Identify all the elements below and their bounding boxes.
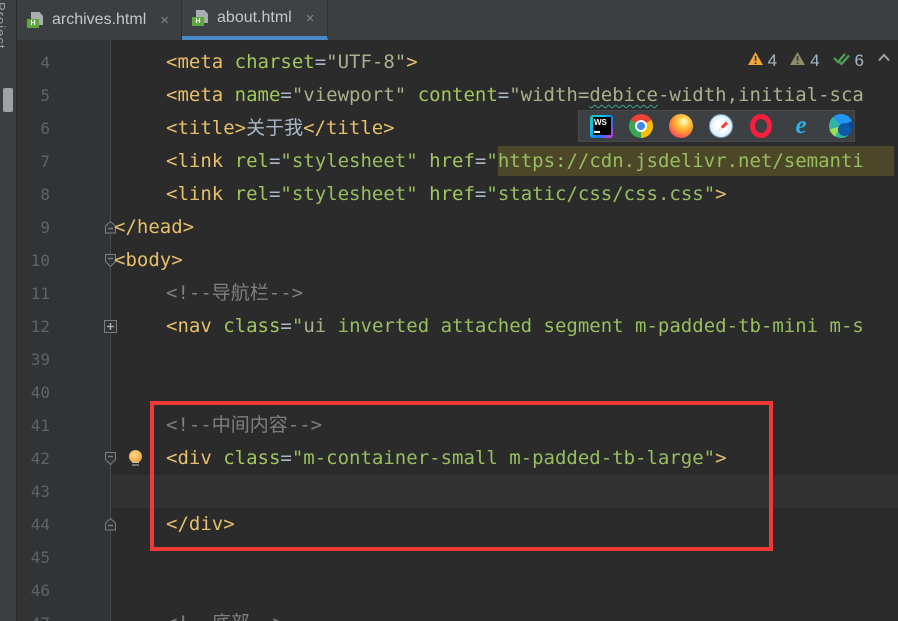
line-number: 8 [40,185,50,204]
tab-label: about.html [217,9,292,26]
warning-gray-icon [789,51,806,71]
code-line-46[interactable]: 46 [17,574,898,607]
safari-icon[interactable] [701,114,741,138]
tab-label: archives.html [52,11,147,28]
editor-tab-bar: Harchives.html × Habout.html × [17,0,898,40]
line-number: 43 [30,482,50,501]
line-number: 44 [30,515,50,534]
internet-explorer-icon[interactable]: e [781,113,821,138]
code-text: <meta charset="UTF-8"> [166,51,418,73]
line-number: 41 [30,416,50,435]
line-number: 12 [30,317,50,336]
warning-yellow-icon [747,51,764,71]
html-file-icon: H [192,10,209,26]
line-number: 11 [30,284,50,303]
close-icon[interactable]: × [160,12,169,29]
code-text: <meta name="viewport" content="width=deb… [166,84,864,106]
code-line-12[interactable]: 12 <nav class="ui inverted attached segme… [17,310,898,343]
line-number: 4 [40,53,50,72]
code-text: <title>关于我</title> [166,117,395,139]
code-text: <nav class="ui inverted attached segment… [166,315,864,337]
inspection-count: 6 [854,50,864,70]
code-line-5[interactable]: 5 <meta name="viewport" content="width=de… [17,79,898,112]
code-line-8[interactable]: 8 <link rel="stylesheet" href="static/css… [17,178,898,211]
line-number: 6 [40,119,50,138]
open-in-browser-toolbar: WS e [578,110,855,142]
line-number: 42 [30,449,50,468]
inspection-warning-yellow[interactable]: 4 [747,51,777,71]
opera-icon[interactable] [741,114,781,138]
edge-icon[interactable] [821,114,861,138]
line-number: 45 [30,548,50,567]
inspection-ok-checks[interactable]: 6 [832,50,864,71]
chevron-up-icon[interactable] [876,50,892,71]
chrome-icon[interactable] [621,114,661,138]
inspections-widget[interactable]: 4 4 6 [747,50,892,71]
webstorm-icon[interactable]: WS [581,114,621,138]
code-text: <link rel="stylesheet" href="static/css/… [166,183,727,205]
line-number: 7 [40,152,50,171]
inspection-warning-gray[interactable]: 4 [789,50,820,71]
code-line-39[interactable]: 39 [17,343,898,376]
code-text: <link rel="stylesheet" href="https://cdn… [114,145,894,178]
code-text: <body> [114,249,183,271]
firefox-icon[interactable] [661,114,701,138]
code-line-7[interactable]: 7 <link rel="stylesheet" href="https://cd… [17,145,898,178]
close-icon[interactable]: × [306,10,315,27]
red-annotation-rectangle [150,401,773,551]
inspection-count: 4 [810,50,820,70]
editor-tab-about.html[interactable]: Habout.html × [182,0,328,40]
line-number: 10 [30,251,50,270]
line-number: 40 [30,383,50,402]
inspection-count: 4 [767,50,778,70]
strip-scroll-thumb[interactable] [3,88,13,112]
editor-tab-archives.html[interactable]: Harchives.html × [17,0,183,40]
code-line-9[interactable]: 9 </head> [17,211,898,244]
project-strip-label[interactable]: Project [0,2,8,49]
code-line-47[interactable]: 47 <!--底部--> [17,607,898,621]
line-number: 46 [30,581,50,600]
line-number: 47 [17,607,50,621]
line-number: 9 [40,218,50,237]
code-line-10[interactable]: 10 <body> [17,244,898,277]
line-number: 5 [40,86,50,105]
tool-window-strip[interactable]: Project [0,0,17,621]
code-text: <!--底部--> [114,607,284,621]
line-number: 39 [30,350,50,369]
code-text: </head> [114,216,195,238]
ok-checks-icon [832,50,851,71]
code-text: <!--导航栏--> [166,282,304,304]
html-file-icon: H [27,12,44,28]
code-line-11[interactable]: 11 <!--导航栏--> [17,277,898,310]
